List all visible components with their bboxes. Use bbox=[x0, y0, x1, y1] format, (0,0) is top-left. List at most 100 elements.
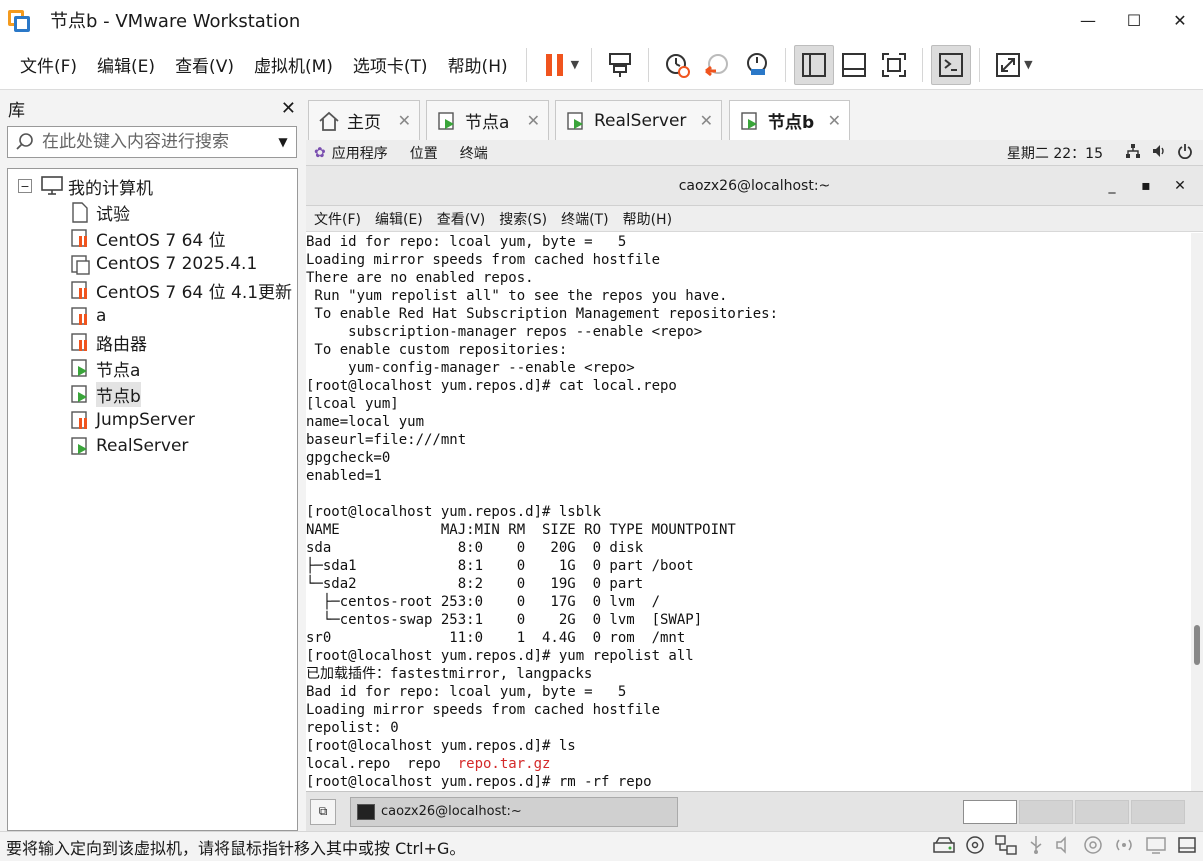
tree-item-my-computer[interactable]: − 我的计算机 bbox=[8, 173, 297, 199]
tree-item-vm[interactable]: 路由器 bbox=[8, 329, 297, 355]
terminal-app-icon bbox=[357, 803, 375, 820]
terminal-output[interactable]: Bad id for repo: lcoal yum, byte = 5 Load… bbox=[306, 233, 1191, 791]
send-ctrl-alt-del-button[interactable] bbox=[600, 45, 640, 85]
menu-terminal[interactable]: 终端 bbox=[460, 143, 488, 163]
power-icon[interactable] bbox=[1177, 143, 1193, 163]
full-screen-button[interactable] bbox=[874, 45, 914, 85]
stretch-dropdown-chevron-icon[interactable]: ▼ bbox=[1024, 58, 1032, 71]
close-button[interactable]: ✕ bbox=[1157, 0, 1203, 40]
tab-realserver[interactable]: RealServer ✕ bbox=[555, 100, 722, 140]
terminal-close-button[interactable]: ✕ bbox=[1163, 178, 1197, 194]
message-log-icon[interactable] bbox=[1177, 835, 1197, 859]
library-search-input[interactable] bbox=[42, 132, 270, 152]
workspace-2[interactable] bbox=[1019, 800, 1073, 824]
cd-dvd-icon[interactable] bbox=[965, 835, 985, 859]
taskbar-terminal-window[interactable]: caozx26@localhost:~ bbox=[350, 796, 678, 827]
tree-label: 路由器 bbox=[96, 334, 147, 355]
terminal-menu-terminal[interactable]: 终端(T) bbox=[561, 209, 608, 229]
terminal-minimize-button[interactable]: _ bbox=[1095, 178, 1129, 194]
clock[interactable]: 星期二 22：15 bbox=[1007, 143, 1103, 163]
menu-toolbar: 文件(F) 编辑(E) 查看(V) 虚拟机(M) 选项卡(T) 帮助(H) ▼ … bbox=[0, 40, 1203, 90]
workspace-1[interactable] bbox=[963, 800, 1017, 824]
keyboard-send-icon bbox=[609, 52, 632, 77]
menu-file[interactable]: 文件(F) bbox=[10, 52, 87, 77]
display-icon[interactable] bbox=[1145, 835, 1167, 859]
tab-close-icon[interactable]: ✕ bbox=[527, 111, 540, 130]
terminal-menu-help[interactable]: 帮助(H) bbox=[623, 209, 672, 229]
tab-home[interactable]: 主页 ✕ bbox=[308, 100, 420, 140]
tab-label: 节点b bbox=[768, 113, 815, 133]
network-adapter-icon[interactable] bbox=[995, 834, 1017, 859]
tab-node-a[interactable]: 节点a ✕ bbox=[426, 100, 549, 140]
tree-item-vm[interactable]: a bbox=[8, 303, 297, 329]
tree-item-vm[interactable]: 节点b bbox=[8, 381, 297, 407]
menu-help[interactable]: 帮助(H) bbox=[438, 52, 518, 77]
terminal-menubar: 文件(F) 编辑(E) 查看(V) 搜索(S) 终端(T) 帮助(H) bbox=[306, 206, 1203, 232]
show-library-button[interactable] bbox=[794, 44, 835, 85]
terminal-menu-edit[interactable]: 编辑(E) bbox=[375, 209, 423, 229]
tree-label: CentOS 7 2025.4.1 bbox=[96, 254, 258, 274]
terminal-maximize-button[interactable]: ▪ bbox=[1129, 178, 1163, 194]
tree-item-vm[interactable]: 节点a bbox=[8, 355, 297, 381]
minimize-button[interactable]: — bbox=[1065, 0, 1111, 40]
guest-display[interactable]: ✿ 应用程序 位置 终端 星期二 22：15 caozx26@localhost… bbox=[306, 140, 1203, 791]
network-icon[interactable] bbox=[1125, 143, 1141, 163]
terminal-menu-view[interactable]: 查看(V) bbox=[437, 209, 486, 229]
terminal-line: yum-config-manager --enable <repo> bbox=[306, 360, 635, 376]
tab-close-icon[interactable]: ✕ bbox=[700, 111, 713, 130]
toolbar-separator bbox=[591, 47, 593, 82]
tree-item-vm[interactable]: CentOS 7 2025.4.1 bbox=[8, 251, 297, 277]
ls-files: local.repo repo bbox=[306, 756, 458, 772]
wireless-icon[interactable] bbox=[1113, 835, 1135, 859]
maximize-button[interactable]: ☐ bbox=[1111, 0, 1157, 40]
tree-item-vm[interactable]: 试验 bbox=[8, 199, 297, 225]
terminal-line: To enable Red Hat Subscription Managemen… bbox=[306, 306, 779, 322]
printer-icon[interactable] bbox=[1083, 835, 1103, 859]
workspace-3[interactable] bbox=[1075, 800, 1129, 824]
tree-item-vm[interactable]: CentOS 7 64 位 bbox=[8, 225, 297, 251]
usb-icon[interactable] bbox=[1027, 835, 1045, 859]
tab-close-icon[interactable]: ✕ bbox=[828, 111, 841, 130]
library-search-box: ▼ bbox=[7, 126, 297, 158]
scrollbar-thumb[interactable] bbox=[1194, 625, 1200, 665]
toolbar-separator bbox=[648, 47, 650, 82]
tree-item-vm[interactable]: RealServer bbox=[8, 433, 297, 459]
terminal-titlebar[interactable]: caozx26@localhost:~ _ ▪ ✕ bbox=[306, 166, 1203, 206]
menu-applications[interactable]: 应用程序 bbox=[332, 143, 388, 163]
menu-tabs[interactable]: 选项卡(T) bbox=[343, 52, 438, 77]
menu-places[interactable]: 位置 bbox=[410, 143, 438, 163]
collapse-icon[interactable]: − bbox=[18, 179, 32, 193]
show-thumbnail-bar-button[interactable] bbox=[834, 45, 874, 85]
guest-taskbar: ⧉ caozx26@localhost:~ bbox=[306, 791, 1203, 831]
tab-label: 主页 bbox=[347, 113, 381, 133]
menu-edit[interactable]: 编辑(E) bbox=[87, 52, 165, 77]
vm-paused-icon bbox=[68, 330, 92, 354]
library-panel-icon bbox=[802, 52, 827, 77]
stretch-guest-button[interactable] bbox=[988, 45, 1028, 85]
menu-view[interactable]: 查看(V) bbox=[165, 52, 244, 77]
snapshot-manager-button[interactable] bbox=[737, 45, 777, 85]
tree-label: 我的计算机 bbox=[68, 178, 153, 199]
terminal-line: [lcoal yum] bbox=[306, 396, 399, 412]
terminal-menu-file[interactable]: 文件(F) bbox=[314, 209, 361, 229]
library-close-button[interactable]: ✕ bbox=[281, 98, 296, 119]
tab-node-b[interactable]: 节点b ✕ bbox=[729, 100, 850, 140]
tree-item-vm[interactable]: JumpServer bbox=[8, 407, 297, 433]
revert-snapshot-button[interactable] bbox=[697, 45, 737, 85]
menu-vm[interactable]: 虚拟机(M) bbox=[244, 52, 343, 77]
take-snapshot-button[interactable] bbox=[657, 45, 697, 85]
tab-close-icon[interactable]: ✕ bbox=[398, 111, 411, 130]
hard-disk-icon[interactable] bbox=[933, 836, 955, 858]
console-view-button[interactable] bbox=[931, 44, 972, 85]
terminal-line: ├─sda1 8:1 0 1G 0 part /boot bbox=[306, 558, 694, 574]
search-dropdown-chevron-icon[interactable]: ▼ bbox=[270, 135, 296, 149]
terminal-menu-search[interactable]: 搜索(S) bbox=[499, 209, 547, 229]
volume-icon[interactable] bbox=[1151, 143, 1167, 163]
sound-card-icon[interactable] bbox=[1055, 835, 1073, 859]
workspace-4[interactable] bbox=[1131, 800, 1185, 824]
terminal-scrollbar[interactable] bbox=[1191, 233, 1203, 791]
pause-dropdown-chevron-icon[interactable]: ▼ bbox=[571, 58, 579, 71]
pause-button[interactable] bbox=[535, 45, 575, 85]
show-desktop-icon[interactable]: ⧉ bbox=[310, 798, 336, 825]
tree-item-vm[interactable]: CentOS 7 64 位 4.1更新 bbox=[8, 277, 297, 303]
